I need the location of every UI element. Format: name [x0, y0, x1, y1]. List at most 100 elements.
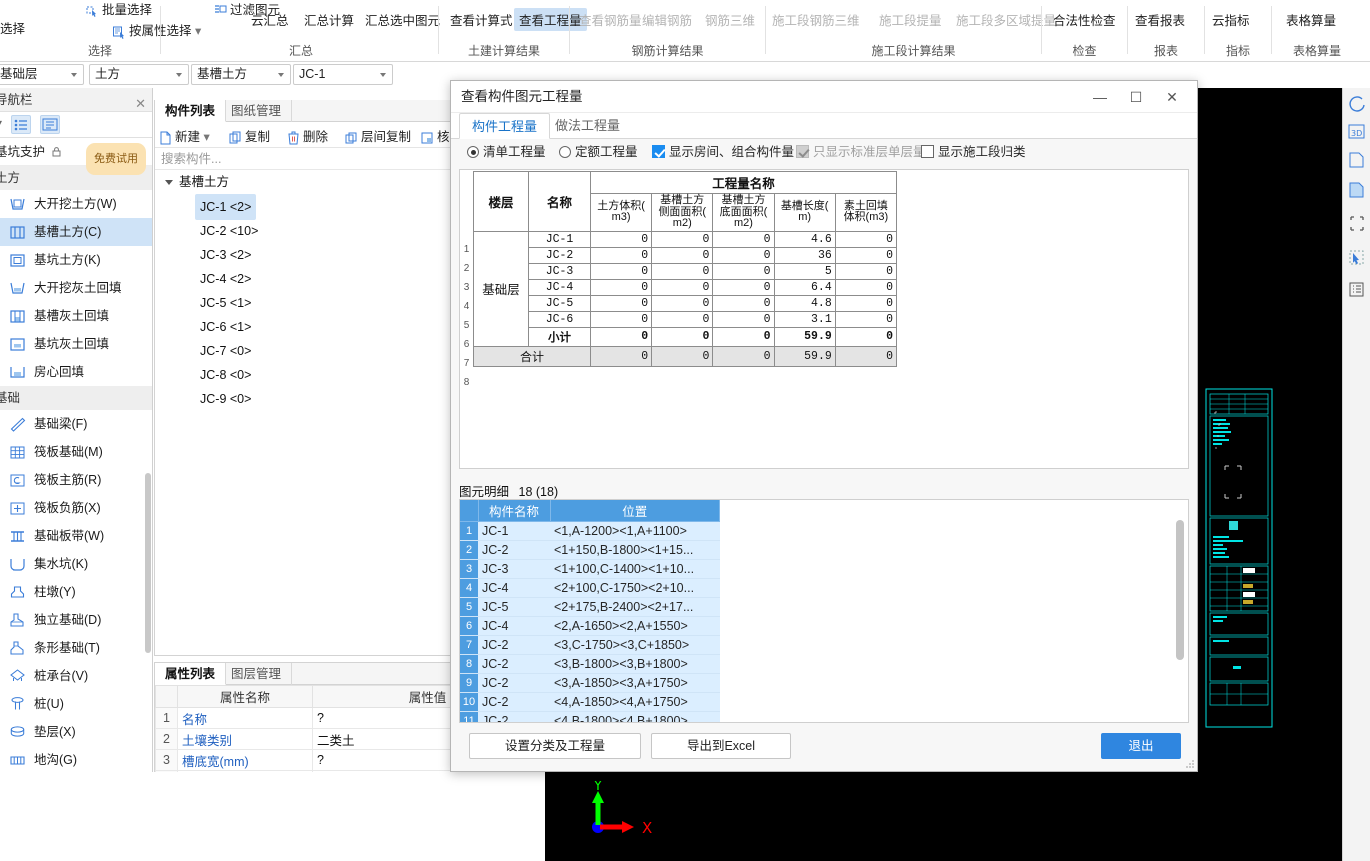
detail-table-wrapper[interactable]: 构件名称 位置 1 JC-1 <1,A-1200><1,A+1100> 2 JC-2 <… — [459, 499, 1189, 723]
sidebar-item-trench-backfill[interactable]: 基槽灰土回填 — [0, 302, 152, 330]
tab-drawing-management[interactable]: 图纸管理 — [221, 100, 293, 122]
checkbox-show-room-composite[interactable]: 显示房间、组合构件量 — [652, 141, 794, 163]
tab-method-quantity[interactable]: 做法工程量 — [543, 113, 632, 139]
sidebar-item-sump-pit[interactable]: 集水坑(K) — [0, 550, 152, 578]
radio-bill-quantity[interactable]: 清单工程量 — [467, 141, 546, 163]
table-row[interactable]: 6 JC-4 <2,A-1650><2,A+1550> — [460, 616, 720, 636]
floor-select[interactable]: 基础层 — [0, 64, 84, 85]
exit-button[interactable]: 退出 — [1101, 733, 1181, 759]
free-trial-badge[interactable]: 免费试用 — [86, 143, 146, 175]
sidebar-item-isolated-foundation[interactable]: 独立基础(D) — [0, 606, 152, 634]
type-select[interactable]: 基槽土方 — [191, 64, 291, 85]
sidebar-item-cushion[interactable]: 垫层(X) — [0, 718, 152, 746]
sidebar-item-foundation-beam[interactable]: 基础梁(F) — [0, 410, 152, 438]
sidebar-scrollbar[interactable] — [145, 473, 151, 653]
copy-component-button[interactable]: 复制 — [229, 126, 270, 145]
tab-component-quantity[interactable]: 构件工程量 — [459, 113, 551, 139]
quantity-table-wrapper[interactable]: 1 2 3 4 5 6 7 8 楼层 名称 工程量名称 土方体积(m3) 基槽… — [459, 169, 1189, 469]
select-region-icon[interactable] — [1347, 248, 1367, 268]
tab-property-list[interactable]: 属性列表 — [155, 663, 227, 685]
ribbon-cloud-indicator-button[interactable]: 云指标 — [1212, 10, 1250, 29]
table-row[interactable]: 3 JC-3 <1+100,C-1400><1+10... — [460, 559, 720, 579]
table-row[interactable]: 基础层 JC-1 0 0 0 4.6 0 — [473, 230, 898, 347]
solid-layer-icon[interactable] — [1347, 180, 1367, 200]
tab-layer-management[interactable]: 图层管理 — [221, 663, 293, 685]
sidebar-item-foundation-strip[interactable]: 基础板带(W) — [0, 522, 152, 550]
pit-support-promo[interactable]: 基坑支护 免费试用 — [0, 138, 152, 175]
sidebar-item-trench-earthwork[interactable]: 基槽土方(C) — [0, 218, 152, 246]
interlayer-copy-icon — [345, 132, 357, 144]
table-row[interactable]: JC-2 0 0 0 36 0 — [474, 246, 898, 264]
table-row[interactable]: 7 JC-2 <3,C-1750><3,C+1850> — [460, 635, 720, 655]
table-row[interactable]: 9 JC-2 <3,A-1850><3,A+1750> — [460, 673, 720, 693]
crop-region-icon[interactable] — [1347, 214, 1367, 234]
row-number: 2 — [155, 728, 178, 750]
ribbon-group-indicator: 云指标 指标 — [1205, 0, 1271, 61]
layer-icon[interactable] — [1347, 150, 1367, 170]
table-row[interactable]: JC-3 0 0 0 5 0 — [474, 262, 898, 280]
sidebar-item-strip-foundation[interactable]: 条形基础(T) — [0, 634, 152, 662]
sidebar-item-pit-earthwork[interactable]: 基坑土方(K) — [0, 246, 152, 274]
sidebar-item-raft-negative-rebar[interactable]: 筏板负筋(X) — [0, 494, 152, 522]
rotate-view-icon[interactable] — [1347, 94, 1367, 114]
table-row[interactable]: JC-6 0 0 0 3.1 0 — [474, 310, 898, 328]
category-select[interactable]: 土方 — [89, 64, 189, 85]
ribbon-edit-rebar-button[interactable]: 编辑钢筋 — [642, 10, 692, 29]
sidebar-item-excavation-backfill[interactable]: 大开挖灰土回填 — [0, 274, 152, 302]
ribbon-cloud-summary-button[interactable]: 云汇总 — [251, 10, 289, 29]
sidebar-item-room-backfill[interactable]: 房心回填 — [0, 358, 152, 386]
sidebar-item-pit-backfill[interactable]: 基坑灰土回填 — [0, 330, 152, 358]
checkbox-show-section-grouping[interactable]: 显示施工段归类 — [921, 141, 1026, 163]
radio-quota-quantity[interactable]: 定额工程量 — [559, 141, 638, 163]
ribbon-select-button[interactable]: 选择 — [0, 18, 25, 37]
ribbon-rebar-3d-button[interactable]: 钢筋三维 — [705, 10, 755, 29]
sidebar-item-raft-foundation[interactable]: 筏板基础(M) — [0, 438, 152, 466]
table-row[interactable]: 11 JC-2 <4,B-1800><4,B+1800> — [460, 711, 720, 722]
ribbon-summary-calc-button[interactable]: 汇总计算 — [304, 10, 354, 29]
table-row[interactable]: 8 JC-2 <3,B-1800><3,B+1800> — [460, 654, 720, 674]
list-view-icon[interactable] — [1347, 280, 1367, 300]
ribbon-batch-select-button[interactable]: 批量选择 — [85, 0, 152, 18]
ribbon-legality-check-button[interactable]: 合法性检查 — [1053, 10, 1116, 29]
sidebar-item-label: 地沟(G) — [34, 753, 78, 767]
list-view-toggle[interactable] — [11, 115, 31, 134]
table-row[interactable]: 2 JC-2 <1+150,B-1800><1+15... — [460, 540, 720, 560]
interlayer-copy-button[interactable]: 层间复制 — [345, 126, 411, 145]
component-select[interactable]: JC-1 — [293, 64, 393, 85]
foundation-beam-icon — [8, 415, 27, 434]
table-row[interactable]: 1 JC-1 <1,A-1200><1,A+1100> — [460, 521, 720, 541]
ribbon-summary-selected-button[interactable]: 汇总选中图元 — [365, 10, 440, 29]
chevron-down-icon — [165, 180, 173, 185]
maximize-button[interactable]: ☐ — [1121, 81, 1151, 113]
ribbon-section-rebar-3d-button[interactable]: 施工段钢筋三维 — [772, 10, 860, 29]
tab-component-list[interactable]: 构件列表 — [155, 100, 227, 122]
export-excel-button[interactable]: 导出到Excel — [651, 733, 791, 759]
delete-component-button[interactable]: 删除 — [287, 126, 328, 145]
ribbon-table-calc-button[interactable]: 表格算量 — [1286, 10, 1336, 29]
table-row[interactable]: 5 JC-5 <2+175,B-2400><2+17... — [460, 597, 720, 617]
ribbon-view-report-button[interactable]: 查看报表 — [1135, 10, 1185, 29]
new-component-button[interactable]: 新建 ▾ — [159, 126, 210, 145]
ribbon-section-quantity-button[interactable]: 施工段提量 — [879, 10, 942, 29]
resize-grip-icon[interactable] — [1185, 759, 1195, 769]
detail-scrollbar[interactable] — [1176, 520, 1184, 660]
check-component-button[interactable]: 核 — [421, 126, 450, 145]
table-row[interactable]: 10 JC-2 <4,A-1850><4,A+1750> — [460, 692, 720, 712]
sidebar-item-pile[interactable]: 桩(U) — [0, 690, 152, 718]
minimize-button[interactable]: — — [1085, 81, 1115, 113]
sidebar-item-excavation[interactable]: 大开挖土方(W) — [0, 190, 152, 218]
sidebar-item-pile-cap[interactable]: 桩承台(V) — [0, 662, 152, 690]
sidebar-item-column-pier[interactable]: 柱墩(Y) — [0, 578, 152, 606]
table-row[interactable]: JC-5 0 0 0 4.8 0 — [474, 294, 898, 312]
sidebar-item-trench[interactable]: 地沟(G) — [0, 746, 152, 774]
ribbon-view-formula-button[interactable]: 查看计算式 — [450, 10, 513, 29]
ribbon-view-rebar-button[interactable]: 查看钢筋量 — [579, 10, 642, 29]
three-d-view-icon[interactable]: 3D — [1347, 122, 1367, 142]
detail-view-toggle[interactable] — [40, 115, 60, 134]
set-classification-button[interactable]: 设置分类及工程量 — [469, 733, 641, 759]
table-row[interactable]: JC-4 0 0 0 6.4 0 — [474, 278, 898, 296]
row-number: 4 — [460, 578, 478, 598]
table-row[interactable]: 4 JC-4 <2+100,C-1750><2+10... — [460, 578, 720, 598]
close-button[interactable]: ✕ — [1157, 81, 1187, 113]
sidebar-item-raft-main-rebar[interactable]: 筏板主筋(R) — [0, 466, 152, 494]
